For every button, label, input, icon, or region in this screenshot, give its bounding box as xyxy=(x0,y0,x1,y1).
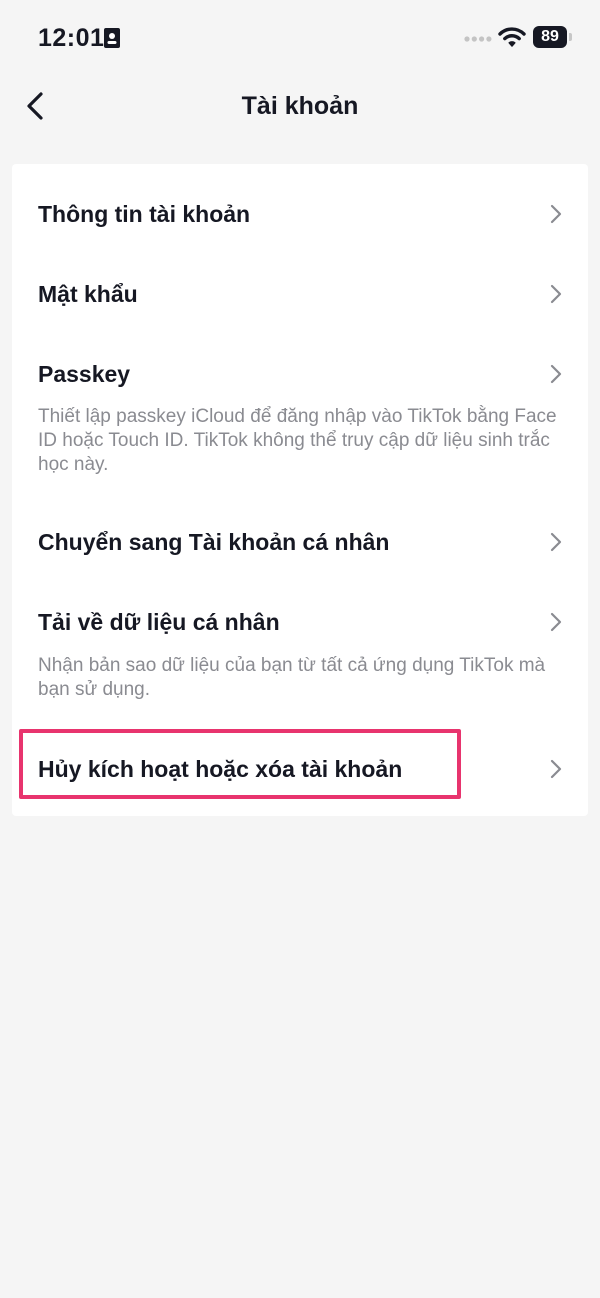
menu-item-password[interactable]: Mật khẩu xyxy=(12,258,588,338)
menu-item-label: Thông tin tài khoản xyxy=(38,201,251,227)
chevron-right-icon xyxy=(550,284,562,304)
menu-item-label: Tải về dữ liệu cá nhân xyxy=(38,609,280,635)
menu-item-label: Chuyển sang Tài khoản cá nhân xyxy=(38,529,390,555)
menu-item-download-data[interactable]: Tải về dữ liệu cá nhân Nhận bản sao dữ l… xyxy=(12,586,588,726)
menu-item-description: Thiết lập passkey iCloud để đăng nhập và… xyxy=(38,406,557,475)
id-card-icon xyxy=(104,28,120,48)
status-bar: 12:01 89 xyxy=(0,0,600,76)
account-settings-list: Thông tin tài khoản Mật khẩu Passkey Thi… xyxy=(12,164,588,816)
signal-icon xyxy=(464,36,492,42)
menu-item-deactivate-delete-account[interactable]: Hủy kích hoạt hoặc xóa tài khoản xyxy=(12,726,588,816)
status-time: 12:01 xyxy=(38,24,105,52)
menu-item-description: Nhận bản sao dữ liệu của bạn từ tất cả ứ… xyxy=(38,655,546,700)
menu-item-account-info[interactable]: Thông tin tài khoản xyxy=(12,164,588,258)
chevron-right-icon xyxy=(550,759,562,779)
chevron-right-icon xyxy=(550,364,562,384)
battery-cap xyxy=(569,33,572,41)
menu-item-switch-personal-account[interactable]: Chuyển sang Tài khoản cá nhân xyxy=(12,502,588,586)
nav-bar: Tài khoản xyxy=(0,76,600,138)
wifi-icon xyxy=(498,27,526,47)
chevron-right-icon xyxy=(550,612,562,632)
menu-item-label: Hủy kích hoạt hoặc xóa tài khoản xyxy=(38,756,403,782)
chevron-right-icon xyxy=(550,532,562,552)
battery-level: 89 xyxy=(533,26,567,48)
page-title: Tài khoản xyxy=(241,92,359,120)
battery-indicator: 89 xyxy=(533,26,573,48)
chevron-right-icon xyxy=(550,204,562,224)
menu-item-label: Mật khẩu xyxy=(38,281,138,307)
menu-item-label: Passkey xyxy=(38,361,131,387)
menu-item-passkey[interactable]: Passkey Thiết lập passkey iCloud để đăng… xyxy=(12,338,588,502)
